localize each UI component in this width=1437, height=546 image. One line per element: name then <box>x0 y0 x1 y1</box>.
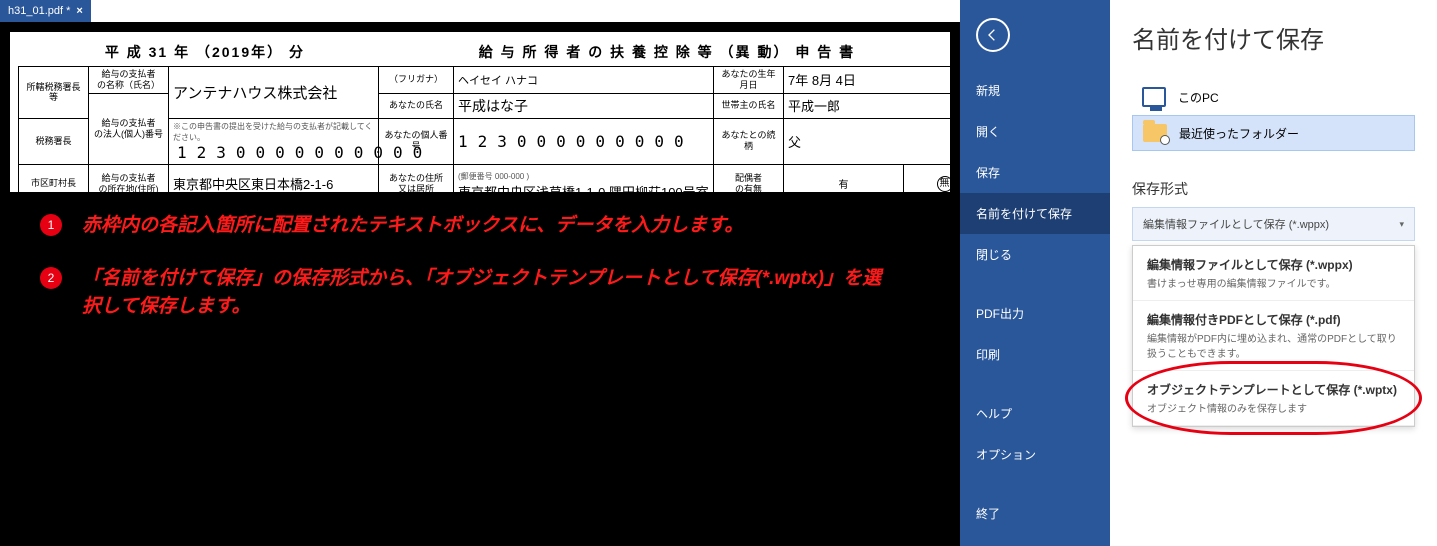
pane-title: 名前を付けて保存 <box>1132 20 1415 55</box>
step-badge: 2 <box>40 267 62 289</box>
instruction-1: 1 赤枠内の各記入箇所に配置されたテキストボックスに、データを入力します。 <box>40 212 920 241</box>
val-household-head[interactable]: 平成一郎 <box>784 93 984 118</box>
save-as-panel: 新規開く保存名前を付けて保存閉じるPDF出力印刷ヘルプオプション終了 名前を付け… <box>960 0 1437 546</box>
hdr-payer-name: 給与の支払者 の名称（氏名） <box>89 67 169 94</box>
hdr-tax-chief: 税務署長 <box>19 118 89 164</box>
option-title: 編集情報付きPDFとして保存 (*.pdf) <box>1147 311 1400 328</box>
save-as-pane: 名前を付けて保存 このPC 最近使ったフォルダー 保存形式 編集情報ファイルとし… <box>1110 0 1437 546</box>
val-payer-name[interactable]: アンテナハウス株式会社 <box>169 67 379 119</box>
form-title-left: 平 成 31 年 （2019年） 分 <box>105 42 305 62</box>
location-this-pc[interactable]: このPC <box>1132 79 1415 115</box>
menu-item-2[interactable]: 保存 <box>960 152 1110 193</box>
menu-item-9[interactable]: 終了 <box>960 493 1110 534</box>
option-desc: オブジェクト情報のみを保存します <box>1147 404 1307 415</box>
val-furigana[interactable]: ヘイセイ ハナコ <box>454 67 714 94</box>
val-relation[interactable]: 父 <box>784 118 984 164</box>
format-dropdown: 編集情報ファイルとして保存 (*.wppx) 書けまっせ専用の編集情報ファイルで… <box>1132 245 1415 427</box>
val-your-number[interactable]: 123000000000 <box>454 118 714 164</box>
format-option-wptx[interactable]: オブジェクトテンプレートとして保存 (*.wptx) オブジェクト情報のみを保存… <box>1133 371 1414 426</box>
val-spouse-no[interactable]: 無 <box>937 176 953 192</box>
location-recent-folders[interactable]: 最近使ったフォルダー <box>1132 115 1415 151</box>
tab-bar: h31_01.pdf * × <box>0 0 960 22</box>
menu-item-8[interactable]: オプション <box>960 434 1110 475</box>
menu-item-1[interactable]: 開く <box>960 111 1110 152</box>
back-button[interactable] <box>976 18 1010 52</box>
option-desc: 書けまっせ専用の編集情報ファイルです。 <box>1147 279 1336 290</box>
menu-item-6[interactable]: 印刷 <box>960 334 1110 375</box>
pc-icon <box>1142 87 1166 107</box>
format-selected-label: 編集情報ファイルとして保存 (*.wppx) <box>1143 216 1329 232</box>
format-select[interactable]: 編集情報ファイルとして保存 (*.wppx) <box>1132 207 1415 241</box>
form-table: 所轄税務署長等 給与の支払者 の名称（氏名） アンテナハウス株式会社 （フリガナ… <box>18 66 984 204</box>
document-tab[interactable]: h31_01.pdf * × <box>0 0 91 22</box>
menu-item-7[interactable]: ヘルプ <box>960 393 1110 434</box>
highlight-ring <box>1125 361 1422 435</box>
step-text: 赤枠内の各記入箇所に配置されたテキストボックスに、データを入力します。 <box>82 212 743 241</box>
option-title: オブジェクトテンプレートとして保存 (*.wptx) <box>1147 381 1400 398</box>
hdr-your-name: あなたの氏名 <box>379 93 454 118</box>
val-payer-number[interactable]: 1230000000000 <box>173 143 374 162</box>
file-menu: 新規開く保存名前を付けて保存閉じる PDF出力印刷ヘルプオプション終了 <box>960 0 1110 546</box>
val-your-name[interactable]: 平成はな子 <box>454 93 714 118</box>
hdr-payer-number: 給与の支払者 の法人(個人)番号 <box>89 93 169 164</box>
val-birth[interactable]: 7年 8月 4日 <box>784 67 984 94</box>
step-badge: 1 <box>40 214 62 236</box>
hdr-relation: あなたとの続柄 <box>714 118 784 164</box>
clock-icon <box>1160 135 1170 145</box>
hdr-birth: あなたの生年月日 <box>714 67 784 94</box>
hdr-furigana: （フリガナ） <box>379 67 454 94</box>
tab-title: h31_01.pdf * <box>8 5 70 17</box>
option-title: 編集情報ファイルとして保存 (*.wppx) <box>1147 256 1400 273</box>
arrow-left-icon <box>985 27 1001 43</box>
option-desc: 編集情報がPDF内に埋め込まれ、通常のPDFとして取り扱うこともできます。 <box>1147 334 1397 360</box>
close-icon[interactable]: × <box>76 5 82 17</box>
format-heading: 保存形式 <box>1132 179 1415 199</box>
menu-item-4[interactable]: 閉じる <box>960 234 1110 275</box>
form-title-right: 給 与 所 得 者 の 扶 養 控 除 等 （異 動） 申 告 書 <box>479 42 855 62</box>
folder-icon <box>1143 124 1167 142</box>
instruction-overlay: 1 赤枠内の各記入箇所に配置されたテキストボックスに、データを入力します。 2 … <box>0 192 960 546</box>
step-text: 「名前を付けて保存」の保存形式から、「オブジェクトテンプレートとして保存(*.w… <box>82 265 882 322</box>
location-label: 最近使ったフォルダー <box>1179 125 1299 142</box>
menu-item-5[interactable]: PDF出力 <box>960 293 1110 334</box>
payer-number-note: ※この申告書の提出を受けた給与の支払者が記載してください。 <box>173 121 374 143</box>
instruction-2: 2 「名前を付けて保存」の保存形式から、「オブジェクトテンプレートとして保存(*… <box>40 265 920 322</box>
hdr-household-head: 世帯主の氏名 <box>714 93 784 118</box>
hdr-tax-office: 所轄税務署長等 <box>19 67 89 119</box>
format-option-pdf[interactable]: 編集情報付きPDFとして保存 (*.pdf) 編集情報がPDF内に埋め込まれ、通… <box>1133 301 1414 371</box>
menu-item-0[interactable]: 新規 <box>960 70 1110 111</box>
menu-item-3[interactable]: 名前を付けて保存 <box>960 193 1110 234</box>
format-option-wppx[interactable]: 編集情報ファイルとして保存 (*.wppx) 書けまっせ専用の編集情報ファイルで… <box>1133 246 1414 301</box>
location-label: このPC <box>1178 89 1219 106</box>
